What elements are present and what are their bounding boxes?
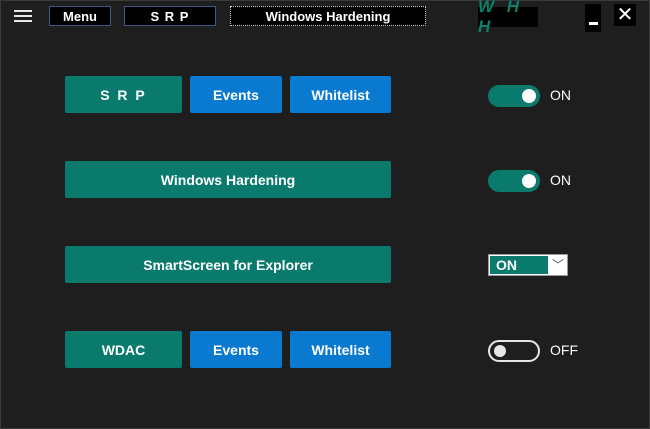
app-logo: W H H <box>478 0 538 36</box>
hamburger-menu-icon[interactable] <box>14 10 32 22</box>
windows-hardening-button[interactable]: Windows Hardening <box>65 161 391 198</box>
srp-events-button[interactable]: Events <box>190 76 282 113</box>
windows-hardening-toggle[interactable] <box>488 170 540 192</box>
smartscreen-select[interactable]: ON ﹀ <box>488 254 568 276</box>
srp-toggle-label: ON <box>550 87 571 103</box>
srp-nav-button[interactable]: S R P <box>124 6 216 26</box>
close-icon[interactable]: ✕ <box>614 4 636 26</box>
smartscreen-select-value: ON <box>490 256 548 274</box>
windows-hardening-nav-button[interactable]: Windows Hardening <box>230 6 426 26</box>
chevron-down-icon: ﹀ <box>551 258 564 272</box>
wdac-toggle[interactable] <box>488 340 540 362</box>
srp-toggle[interactable] <box>488 85 540 107</box>
minimize-icon[interactable] <box>585 4 601 32</box>
wdac-toggle-label: OFF <box>550 342 578 358</box>
srp-whitelist-button[interactable]: Whitelist <box>290 76 391 113</box>
menu-button[interactable]: Menu <box>49 6 111 26</box>
smartscreen-button[interactable]: SmartScreen for Explorer <box>65 246 391 283</box>
srp-button[interactable]: S R P <box>65 76 182 113</box>
windows-hardening-toggle-label: ON <box>550 172 571 188</box>
wdac-button[interactable]: WDAC <box>65 331 182 368</box>
wdac-events-button[interactable]: Events <box>190 331 282 368</box>
wdac-whitelist-button[interactable]: Whitelist <box>290 331 391 368</box>
